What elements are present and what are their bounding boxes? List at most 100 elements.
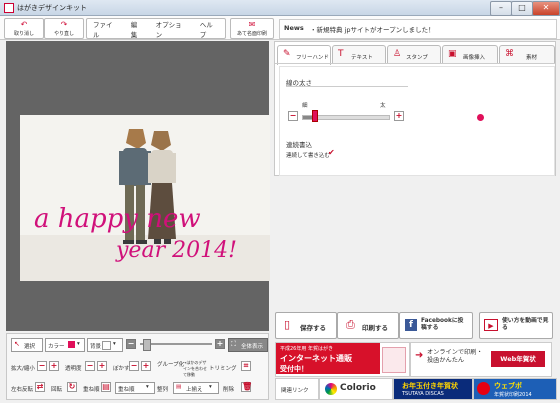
redo-icon: ↷ bbox=[60, 20, 68, 29]
save-label: 保存する bbox=[300, 324, 326, 332]
chevron-down-icon: ▾ bbox=[146, 384, 149, 390]
related-links-label-box: 関連リンク bbox=[275, 378, 319, 400]
undo-button[interactable]: ↶ 取り消し bbox=[4, 18, 44, 39]
ad3-sub-text: TSUTAYA DISCAS bbox=[402, 391, 444, 397]
ad-tsutaya[interactable]: お年玉付き年賀状 TSUTAYA DISCAS bbox=[393, 378, 473, 400]
thin-label: 細 bbox=[302, 103, 308, 109]
group-label[interactable]: グループ化 bbox=[157, 360, 184, 368]
text-icon: T bbox=[338, 49, 344, 59]
maximize-button[interactable]: □ bbox=[511, 1, 533, 16]
opacity-increase-button[interactable]: + bbox=[97, 361, 107, 371]
delete-label: 削除 bbox=[223, 387, 235, 393]
shrink-button[interactable]: − bbox=[37, 361, 47, 371]
background-swatch bbox=[102, 341, 111, 350]
flip-button[interactable]: ⇄ bbox=[35, 382, 45, 392]
close-button[interactable]: ✕ bbox=[532, 1, 560, 16]
continuous-title: 連続書込 bbox=[286, 141, 312, 149]
redo-button[interactable]: ↷ やり直し bbox=[44, 18, 84, 39]
align-select[interactable]: ▤ 上揃え ▾ bbox=[173, 382, 219, 394]
ad-colorio[interactable]: Colorio bbox=[319, 378, 393, 400]
tab-material[interactable]: ⌘ 素材 bbox=[499, 45, 555, 64]
line-width-decrease-button[interactable]: − bbox=[288, 111, 298, 121]
printer-icon: ⎙ bbox=[346, 318, 355, 331]
background-label: 背景 bbox=[90, 344, 102, 350]
line-width-slider-handle[interactable] bbox=[311, 110, 318, 122]
fit-icon: ⛶ bbox=[231, 340, 236, 348]
color-picker[interactable]: カラー ▾ bbox=[45, 338, 85, 352]
news-bar[interactable]: News ・新規特典 jpサイトがオープンしました！ bbox=[279, 19, 557, 39]
zoom-in-button[interactable]: + bbox=[215, 339, 225, 349]
trimming-button[interactable]: ⌗ bbox=[241, 361, 251, 371]
tab-stamp[interactable]: ♙ スタンプ bbox=[387, 45, 441, 64]
howto-video-button[interactable]: ▶ 使い方を動画で見る bbox=[479, 312, 553, 339]
facebook-post-button[interactable]: f Facebookに投稿する bbox=[399, 312, 473, 339]
minimize-button[interactable]: – bbox=[490, 1, 512, 16]
line-width-increase-button[interactable]: + bbox=[394, 111, 404, 121]
section-line bbox=[286, 86, 408, 87]
webpo-logo-icon bbox=[477, 382, 490, 395]
facebook-icon: f bbox=[405, 319, 417, 331]
handwriting-line-2: year 2014! bbox=[115, 238, 237, 263]
tab-material-label: 素材 bbox=[526, 55, 538, 61]
ad-web-nengajo[interactable]: ➜ オンラインで印刷・投函かんたん Web年賀状 bbox=[410, 342, 552, 377]
menu-bar: ファイル 編集 オプション ヘルプ bbox=[86, 18, 226, 39]
enlarge-button[interactable]: + bbox=[49, 361, 59, 371]
zoom-out-button[interactable]: − bbox=[126, 339, 136, 349]
news-label: News bbox=[284, 24, 304, 32]
postcard-icon: ✉ bbox=[248, 20, 256, 29]
rotate-button[interactable]: ↻ bbox=[67, 382, 77, 392]
blur-increase-button[interactable]: + bbox=[141, 361, 151, 371]
news-text[interactable]: ・新規特典 jpサイトがオープンしました！ bbox=[310, 24, 435, 34]
address-print-button[interactable]: ✉ あて名面印刷 bbox=[230, 18, 274, 39]
stamp-icon: ♙ bbox=[393, 49, 402, 59]
ad1-sub-text: 受付中！ bbox=[280, 365, 308, 373]
brush-preview-dot bbox=[477, 114, 484, 121]
rotate-label: 回転 bbox=[51, 387, 63, 393]
ad-nengajo-internet[interactable]: 平成26年用 年賀はがき インターネット通販 受付中！ bbox=[275, 342, 410, 377]
undo-icon: ↶ bbox=[20, 20, 28, 29]
colorio-text: Colorio bbox=[340, 383, 376, 393]
align-icon: ▤ bbox=[176, 384, 182, 390]
tab-freehand-label: フリーハンド bbox=[296, 55, 329, 61]
menu-file[interactable]: ファイル bbox=[87, 19, 125, 39]
related-links-label: 関連リンク bbox=[281, 388, 309, 394]
select-label: 選択 bbox=[24, 344, 36, 350]
blur-decrease-button[interactable]: − bbox=[129, 361, 139, 371]
cursor-icon: ↖ bbox=[14, 340, 20, 348]
flip-label: 左右反転 bbox=[11, 387, 34, 393]
ad4-sub-text: 年賀状印刷2014 bbox=[494, 392, 532, 398]
save-button[interactable]: ▯ 保存する bbox=[275, 312, 337, 339]
menu-options[interactable]: オプション bbox=[150, 19, 194, 39]
opacity-decrease-button[interactable]: − bbox=[85, 361, 95, 371]
colorio-logo-icon bbox=[325, 383, 337, 395]
background-picker[interactable]: 背景 ▾ bbox=[87, 338, 123, 352]
tab-text[interactable]: T テキスト bbox=[332, 45, 386, 64]
print-button[interactable]: ⎙ 印刷する bbox=[337, 312, 399, 339]
zoom-slider-handle[interactable] bbox=[143, 339, 151, 351]
facebook-label: Facebookに投稿する bbox=[421, 318, 464, 331]
order-select-value: 重ね順 bbox=[118, 387, 135, 393]
thick-label: 太 bbox=[380, 103, 386, 109]
tab-divider bbox=[275, 63, 555, 64]
tool-panel: ✎ フリーハンド T テキスト ♙ スタンプ ▣ 画像挿入 ⌘ 素材 線の太さ … bbox=[274, 41, 556, 176]
layer-order-button[interactable]: ▤ bbox=[101, 382, 111, 392]
menu-help[interactable]: ヘルプ bbox=[194, 19, 225, 39]
color-swatch bbox=[68, 341, 75, 348]
ad2-brand: Web年賀状 bbox=[491, 351, 545, 367]
continuous-checkbox[interactable]: ✔ bbox=[328, 148, 335, 157]
ad-webpo[interactable]: ウェブポ 年賀状印刷2014 bbox=[473, 378, 557, 400]
select-button[interactable]: ↖ 選択 bbox=[11, 338, 43, 352]
menu-edit[interactable]: 編集 bbox=[125, 19, 150, 39]
ad1-top-text: 平成26年用 年賀はがき bbox=[280, 346, 333, 352]
print-label: 印刷する bbox=[362, 324, 388, 332]
postcard-photo[interactable]: a happy new year 2014! bbox=[20, 115, 270, 281]
tab-text-label: テキスト bbox=[351, 55, 373, 61]
howto-label: 使い方を動画で見る bbox=[502, 318, 549, 331]
address-print-label: あて名面印刷 bbox=[237, 31, 267, 37]
tab-image-insert[interactable]: ▣ 画像挿入 bbox=[442, 45, 498, 64]
align-label: 整列 bbox=[157, 387, 169, 393]
delete-button[interactable]: 🗑 bbox=[241, 382, 252, 392]
tab-freehand[interactable]: ✎ フリーハンド bbox=[277, 45, 331, 65]
fit-all-button[interactable]: ⛶ 全体表示 bbox=[228, 338, 268, 352]
order-select[interactable]: 重ね順 ▾ bbox=[115, 382, 155, 394]
